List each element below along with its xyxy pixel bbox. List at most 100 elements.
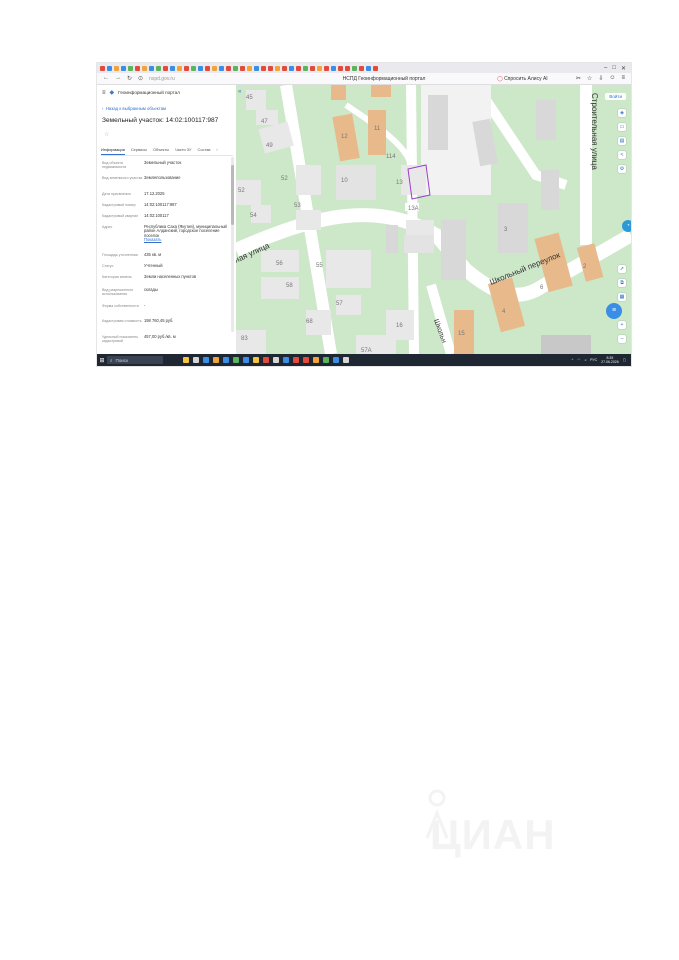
tab-icon[interactable]: [338, 65, 343, 71]
tab-icon[interactable]: [121, 65, 126, 71]
tab-icon[interactable]: [352, 65, 357, 71]
tab-parts[interactable]: Части ЗУ: [175, 146, 192, 155]
tab-icon[interactable]: [359, 65, 364, 71]
chat-fab-icon[interactable]: ≡: [606, 303, 622, 319]
tab-icon[interactable]: [366, 65, 371, 71]
tab-icon[interactable]: [107, 65, 112, 71]
document-icon[interactable]: ▤: [618, 137, 626, 145]
tab-icon[interactable]: [135, 65, 140, 71]
start-icon[interactable]: ⊞: [97, 357, 107, 364]
back-arrow-icon[interactable]: ←: [103, 75, 109, 82]
tab-icon[interactable]: [331, 65, 336, 71]
tab-icon[interactable]: [149, 65, 154, 71]
taskbar-app-icon[interactable]: [183, 357, 189, 363]
tab-icon[interactable]: [156, 65, 161, 71]
taskbar-app-icon[interactable]: [263, 357, 269, 363]
tab-icon[interactable]: [198, 65, 203, 71]
collapse-panel-icon[interactable]: «: [238, 89, 241, 95]
clock[interactable]: 8:35 27.06.2026: [601, 356, 619, 364]
downloads-icon[interactable]: ⇩: [598, 75, 603, 82]
tab-objects[interactable]: Объекты: [153, 146, 169, 155]
share-icon[interactable]: <: [618, 151, 626, 159]
print-icon[interactable]: ▦: [618, 293, 626, 301]
tab-info[interactable]: Информация: [101, 146, 125, 155]
tab-icon[interactable]: [170, 65, 175, 71]
reload-icon[interactable]: ↻: [127, 75, 132, 82]
network-icon[interactable]: ◠: [577, 358, 580, 362]
tab-icon[interactable]: [184, 65, 189, 71]
taskbar-app-icon[interactable]: [333, 357, 339, 363]
tab-icon[interactable]: [247, 65, 252, 71]
taskbar-app-icon[interactable]: [203, 357, 209, 363]
help-fab-icon[interactable]: ◔: [622, 220, 631, 232]
locate-icon[interactable]: ➚: [618, 265, 626, 273]
minimize-icon[interactable]: –: [604, 65, 607, 72]
tab-icon[interactable]: [142, 65, 147, 71]
tab-composition[interactable]: Состав: [198, 146, 211, 155]
scrollbar-thumb[interactable]: [231, 165, 234, 225]
tab-icon[interactable]: [261, 65, 266, 71]
measure-icon[interactable]: ⧉: [618, 279, 626, 287]
favorite-star-icon[interactable]: ☆: [104, 131, 109, 138]
tab-icon[interactable]: [177, 65, 182, 71]
tab-icon[interactable]: [233, 65, 238, 71]
taskbar-app-icon[interactable]: [253, 357, 259, 363]
taskbar-app-icon[interactable]: [213, 357, 219, 363]
tab-icon[interactable]: [373, 65, 378, 71]
taskbar-app-icon[interactable]: [323, 357, 329, 363]
forward-arrow-icon[interactable]: →: [115, 75, 121, 82]
taskbar-search[interactable]: ⌕ Поиск: [107, 356, 163, 364]
taskbar-app-icon[interactable]: [273, 357, 279, 363]
language-indicator[interactable]: РУС: [590, 358, 597, 362]
bookmark-icon[interactable]: ☆: [587, 75, 592, 82]
alice-button[interactable]: ◯ Спросить Алису AI: [497, 76, 548, 82]
panel-scrollbar[interactable]: [231, 157, 234, 332]
tab-icon[interactable]: [289, 65, 294, 71]
tab-icon[interactable]: [191, 65, 196, 71]
tab-icon[interactable]: [345, 65, 350, 71]
tab-services[interactable]: Сервисы: [131, 146, 147, 155]
profile-icon[interactable]: ☺: [609, 75, 615, 82]
tab-icon[interactable]: [324, 65, 329, 71]
taskbar-app-icon[interactable]: [313, 357, 319, 363]
map-canvas[interactable]: 45 47 49 12 11 114 13 10 52 52 53 54 56 …: [236, 85, 631, 354]
tab-icon[interactable]: [310, 65, 315, 71]
zoom-out-icon[interactable]: –: [618, 335, 626, 343]
tab-icon[interactable]: [268, 65, 273, 71]
hamburger-icon[interactable]: ≡: [102, 90, 106, 96]
taskbar-app-icon[interactable]: [303, 357, 309, 363]
notifications-icon[interactable]: ▢: [623, 358, 626, 362]
volume-icon[interactable]: ◃: [584, 358, 586, 362]
tabs-next-icon[interactable]: ›: [216, 146, 217, 155]
tab-icon[interactable]: [296, 65, 301, 71]
taskbar-app-icon[interactable]: [343, 357, 349, 363]
back-to-selected-link[interactable]: ‹ Назад к выбранным объектам: [102, 106, 166, 111]
maximize-icon[interactable]: □: [612, 65, 616, 72]
tab-icon[interactable]: [212, 65, 217, 71]
taskbar-app-icon[interactable]: [243, 357, 249, 363]
close-icon[interactable]: ✕: [621, 65, 626, 72]
tab-icon[interactable]: [163, 65, 168, 71]
basemap-icon[interactable]: ▭: [618, 123, 626, 131]
taskbar-app-icon[interactable]: [283, 357, 289, 363]
tab-icon[interactable]: [100, 65, 105, 71]
tab-icon[interactable]: [114, 65, 119, 71]
settings-icon[interactable]: ⚙: [618, 165, 626, 173]
login-button[interactable]: Войти: [605, 93, 626, 100]
zoom-in-icon[interactable]: +: [618, 321, 626, 329]
tab-icon[interactable]: [240, 65, 245, 71]
taskbar-app-icon[interactable]: [293, 357, 299, 363]
show-more-link[interactable]: Показать: [144, 237, 230, 242]
tray-arrow-icon[interactable]: ^: [572, 358, 574, 362]
tab-icon[interactable]: [205, 65, 210, 71]
url-field[interactable]: nspd.gov.ru: [149, 76, 299, 82]
tab-icon[interactable]: [219, 65, 224, 71]
tab-icon[interactable]: [128, 65, 133, 71]
tab-icon[interactable]: [317, 65, 322, 71]
tab-icon[interactable]: [226, 65, 231, 71]
taskbar-app-icon[interactable]: [193, 357, 199, 363]
taskbar-app-icon[interactable]: [223, 357, 229, 363]
map-view[interactable]: 45 47 49 12 11 114 13 10 52 52 53 54 56 …: [236, 85, 631, 354]
menu-icon[interactable]: ≡: [621, 75, 625, 82]
tab-icon[interactable]: [282, 65, 287, 71]
